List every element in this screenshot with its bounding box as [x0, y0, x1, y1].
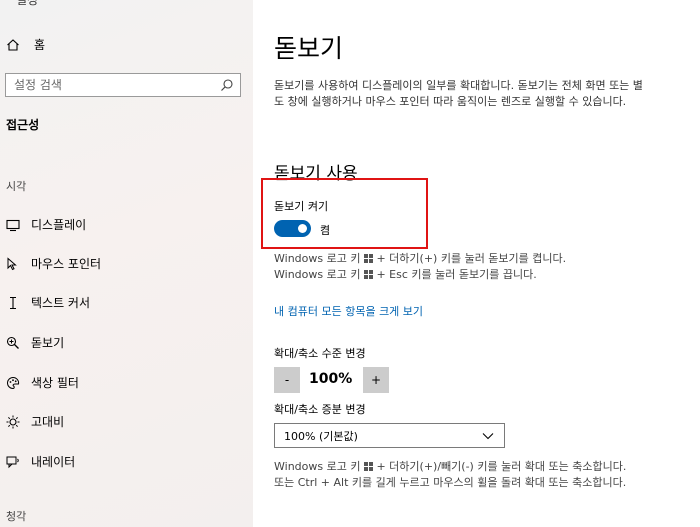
toggle-knob: [298, 224, 307, 233]
magnifier-toggle[interactable]: [274, 220, 311, 237]
hint-text-ctrl-alt: 또는 Ctrl + Alt 키를 길게 누르고 마우스의 휠을 돌려 확대 또는…: [274, 476, 627, 489]
windows-logo-icon: [363, 462, 373, 471]
sidebar-item-text-cursor[interactable]: 텍스트 커서: [6, 294, 90, 311]
section-title: 접근성: [6, 118, 40, 132]
sidebar-item-magnifier[interactable]: 돋보기: [6, 334, 64, 351]
sidebar: 설정 홈 접근성 시각 디스플레이 마우스 포인터 텍스트 커서: [0, 0, 253, 527]
sidebar-item-display[interactable]: 디스플레이: [6, 216, 86, 233]
page-description: 돋보기를 사용하여 디스플레이의 일부를 확대합니다. 돋보기는 전체 화면 또…: [274, 79, 643, 108]
zoom-level-label: 확대/축소 수준 변경: [274, 347, 366, 360]
hint-turn-on: Windows 로고 키 + 더하기(+) 키를 눌러 돋보기를 켭니다.: [274, 251, 566, 267]
sidebar-item-label: 디스플레이: [31, 218, 87, 232]
zoom-out-button[interactable]: -: [274, 367, 300, 393]
narrator-icon: [6, 455, 20, 469]
hint-text-post: + Esc 키를 눌러 돋보기를 끕니다.: [376, 268, 537, 281]
color-filter-icon: [6, 376, 20, 390]
hint-text-pre: Windows 로고 키: [274, 252, 361, 265]
zoom-level-value: 100%: [309, 371, 353, 387]
sidebar-item-label: 홈: [34, 38, 46, 52]
sidebar-item-narrator[interactable]: 내레이터: [6, 453, 75, 470]
group-label-hearing: 청각: [6, 510, 27, 523]
hint-text-post: + 더하기(+)/빼기(-) 키를 눌러 확대 또는 축소합니다.: [376, 460, 627, 473]
search-input[interactable]: [14, 78, 220, 92]
sidebar-item-high-contrast[interactable]: 고대비: [6, 413, 64, 430]
chevron-down-icon: [482, 432, 494, 440]
sidebar-item-color-filter[interactable]: 색상 필터: [6, 374, 79, 391]
high-contrast-icon: [6, 415, 20, 429]
home-icon: [6, 38, 20, 52]
hint-text-pre: Windows 로고 키: [274, 460, 361, 473]
zoom-hint: Windows 로고 키 + 더하기(+)/빼기(-) 키를 눌러 확대 또는 …: [274, 459, 644, 491]
toggle-label: 돋보기 켜기: [274, 200, 329, 213]
group-label-vision: 시각: [6, 180, 27, 193]
select-value: 100% (기본값): [284, 429, 358, 443]
hint-text-post: + 더하기(+) 키를 눌러 돋보기를 켭니다.: [376, 252, 567, 265]
sidebar-item-label: 마우스 포인터: [31, 257, 102, 271]
sidebar-item-home[interactable]: 홈: [6, 36, 45, 53]
main-content: 돋보기 돋보기를 사용하여 디스플레이의 일부를 확대합니다. 돋보기는 전체 …: [253, 0, 700, 527]
toggle-state: 켬: [320, 224, 331, 237]
sidebar-item-label: 텍스트 커서: [31, 296, 91, 310]
text-cursor-icon: [6, 296, 20, 310]
sidebar-item-label: 내레이터: [31, 455, 76, 469]
hint-turn-off: Windows 로고 키 + Esc 키를 눌러 돋보기를 끕니다.: [274, 267, 537, 283]
sidebar-item-label: 고대비: [31, 415, 65, 429]
search-box[interactable]: [5, 73, 241, 97]
magnifier-icon: [6, 336, 20, 350]
sidebar-item-label: 돋보기: [31, 336, 65, 350]
sidebar-item-label: 색상 필터: [31, 376, 79, 390]
windows-logo-icon: [363, 254, 373, 263]
search-icon[interactable]: [220, 78, 234, 92]
make-everything-bigger-link[interactable]: 내 컴퓨터 모든 항목을 크게 보기: [274, 303, 423, 319]
zoom-in-button[interactable]: +: [363, 367, 389, 393]
windows-logo-icon: [363, 270, 373, 279]
page-title: 돋보기: [274, 34, 344, 63]
settings-title: 설정: [16, 0, 39, 7]
display-icon: [6, 218, 20, 232]
sidebar-item-mouse-pointer[interactable]: 마우스 포인터: [6, 255, 101, 272]
hint-text-pre: Windows 로고 키: [274, 268, 361, 281]
zoom-increment-select[interactable]: 100% (기본값): [274, 423, 505, 448]
mouse-pointer-icon: [6, 256, 20, 271]
zoom-increment-label: 확대/축소 증분 변경: [274, 403, 366, 416]
